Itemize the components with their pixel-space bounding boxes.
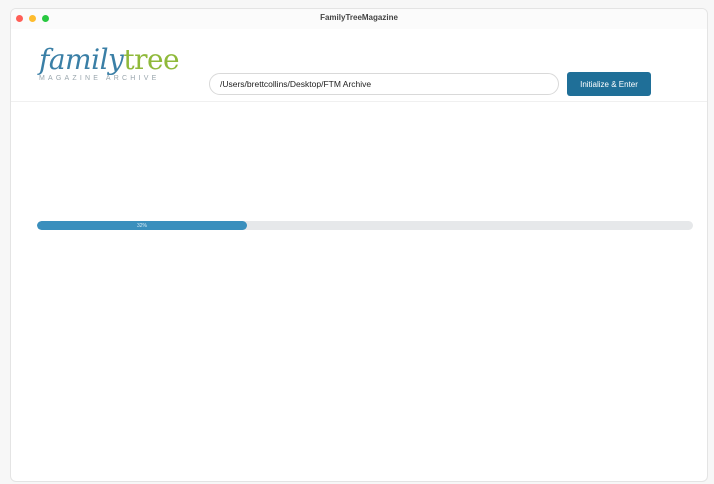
archive-path-input[interactable] bbox=[209, 73, 559, 95]
logo-subtitle: MAGAZINE ARCHIVE bbox=[39, 75, 160, 82]
progress-label: 32% bbox=[136, 222, 147, 229]
title-bar: FamilyTreeMagazine bbox=[11, 9, 707, 29]
app-header: familytree MAGAZINE ARCHIVE Initialize &… bbox=[11, 29, 707, 102]
initialize-enter-button[interactable]: Initialize & Enter bbox=[567, 72, 651, 96]
logo-word-family: family bbox=[39, 43, 124, 76]
app-window: FamilyTreeMagazine familytree MAGAZINE A… bbox=[10, 8, 708, 482]
progress-fill: 32% bbox=[37, 221, 247, 230]
logo-word-tree: tree bbox=[123, 43, 180, 76]
familytree-logo: familytree MAGAZINE ARCHIVE bbox=[39, 43, 180, 83]
logo-wordmark: familytree bbox=[39, 43, 180, 76]
window-title: FamilyTreeMagazine bbox=[320, 13, 398, 22]
progress-bar: 32% bbox=[37, 221, 693, 230]
